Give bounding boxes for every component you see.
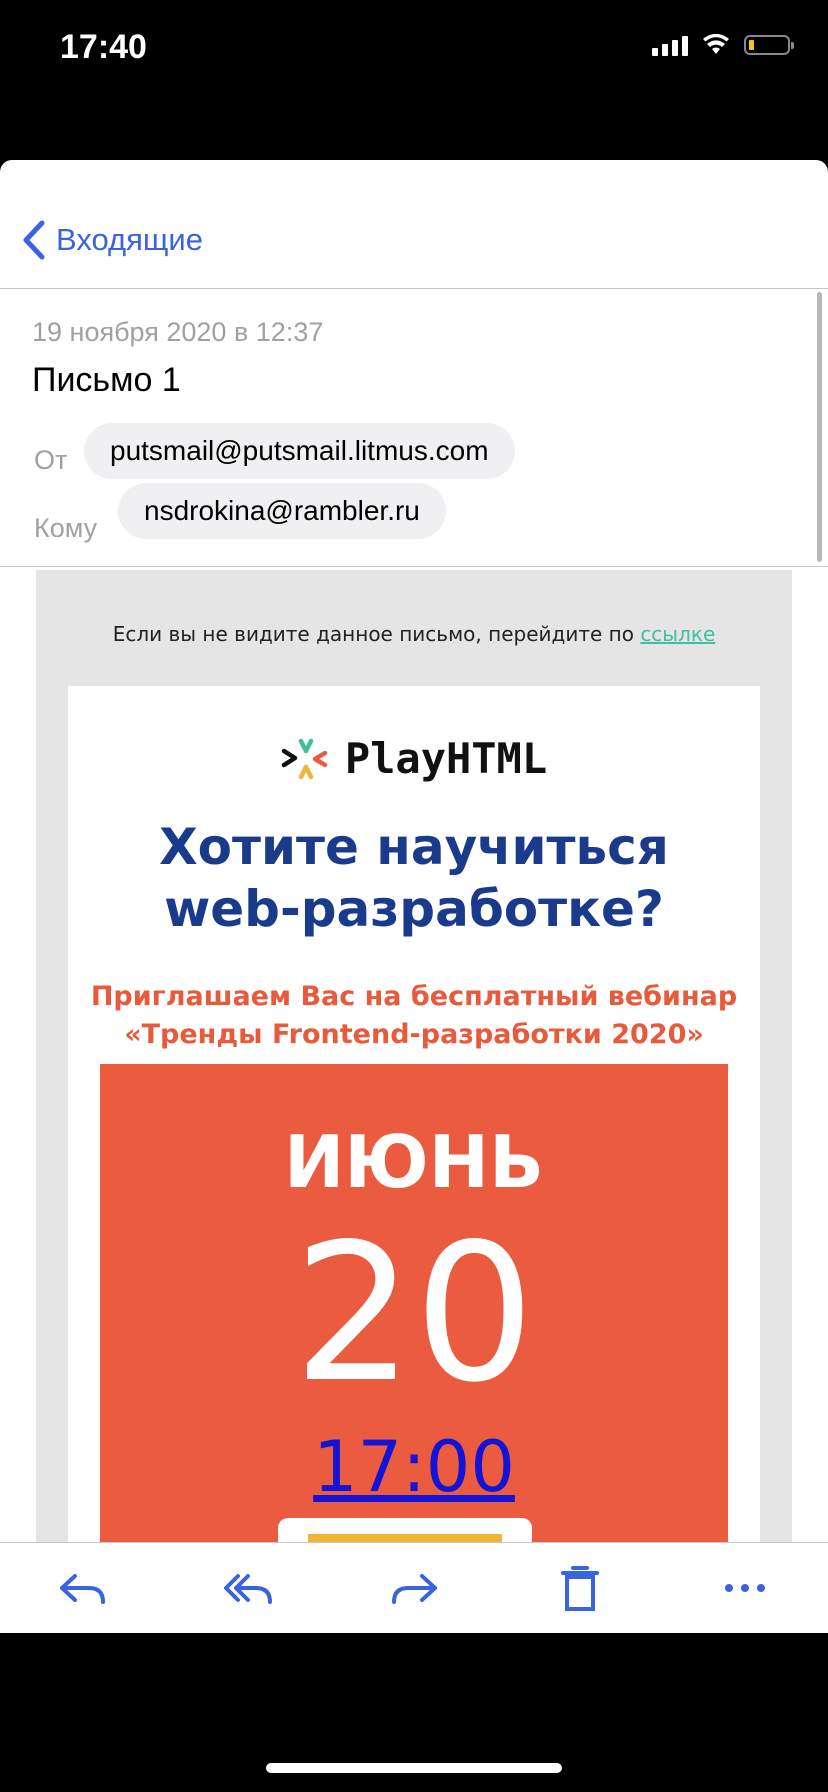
home-indicator[interactable] — [266, 1763, 562, 1773]
trash-button[interactable] — [540, 1558, 620, 1618]
email-body: Если вы не видите данное письмо, перейди… — [36, 570, 792, 1632]
forward-icon — [391, 1574, 437, 1604]
from-address-pill[interactable]: putsmail@putsmail.litmus.com — [84, 423, 515, 479]
event-time: 17:00 — [100, 1426, 728, 1508]
signal-icon — [652, 34, 688, 56]
trash-icon — [560, 1566, 599, 1611]
invite-line-1: Приглашаем Вас на бесплатный вебинар — [90, 981, 738, 1012]
event-time-link[interactable]: 17:00 — [313, 1426, 515, 1508]
reply-all-button[interactable] — [208, 1558, 288, 1618]
preheader-text: Если вы не видите данное письмо, перейди… — [112, 622, 641, 646]
mail-toolbar — [0, 1542, 828, 1633]
mail-sheet: Входящие 19 ноября 2020 в 12:37 Письмо 1… — [0, 160, 828, 1632]
message-subject: Письмо 1 — [32, 361, 181, 399]
preheader-link[interactable]: ссылке — [640, 622, 715, 646]
event-day: 20 — [293, 1203, 535, 1424]
status-time: 17:40 — [60, 28, 147, 66]
headline: Хотите научиться web-разработке? — [68, 816, 760, 940]
preheader: Если вы не видите данное письмо, перейди… — [36, 622, 792, 646]
chevron-left-icon — [23, 220, 45, 260]
more-icon — [725, 1584, 766, 1592]
message-date: 19 ноября 2020 в 12:37 — [32, 317, 324, 347]
scrollbar[interactable] — [817, 292, 822, 562]
message-header: 19 ноября 2020 в 12:37 Письмо 1 От putsm… — [0, 289, 828, 567]
reply-button[interactable] — [43, 1558, 123, 1618]
headline-line-2: web-разработке? — [164, 880, 664, 938]
battery-icon — [744, 35, 794, 55]
to-address-pill[interactable]: nsdrokina@rambler.ru — [118, 483, 446, 539]
reply-icon — [59, 1574, 105, 1604]
status-icons — [652, 34, 794, 56]
logo-text: PlayHTML — [344, 734, 548, 783]
event-month: ИЮНЬ — [284, 1120, 544, 1204]
to-label: Кому — [34, 513, 98, 543]
more-button[interactable] — [705, 1558, 785, 1618]
headline-line-1: Хотите научиться — [159, 818, 669, 876]
back-label: Входящие — [56, 222, 203, 257]
wifi-icon — [703, 34, 729, 54]
forward-button[interactable] — [374, 1558, 454, 1618]
invite-text: Приглашаем Вас на бесплатный вебинар «Тр… — [68, 978, 760, 1054]
email-card: PlayHTML Хотите научиться web-разработке… — [68, 686, 760, 1632]
logo: PlayHTML — [68, 734, 760, 783]
invite-line-2: «Тренды Frontend-разработки 2020» — [124, 1019, 704, 1050]
nav-bar: Входящие — [0, 160, 828, 289]
back-button[interactable]: Входящие — [22, 220, 203, 260]
reply-all-icon — [224, 1574, 273, 1604]
from-label: От — [34, 445, 68, 475]
playhtml-logo-icon — [281, 738, 328, 779]
